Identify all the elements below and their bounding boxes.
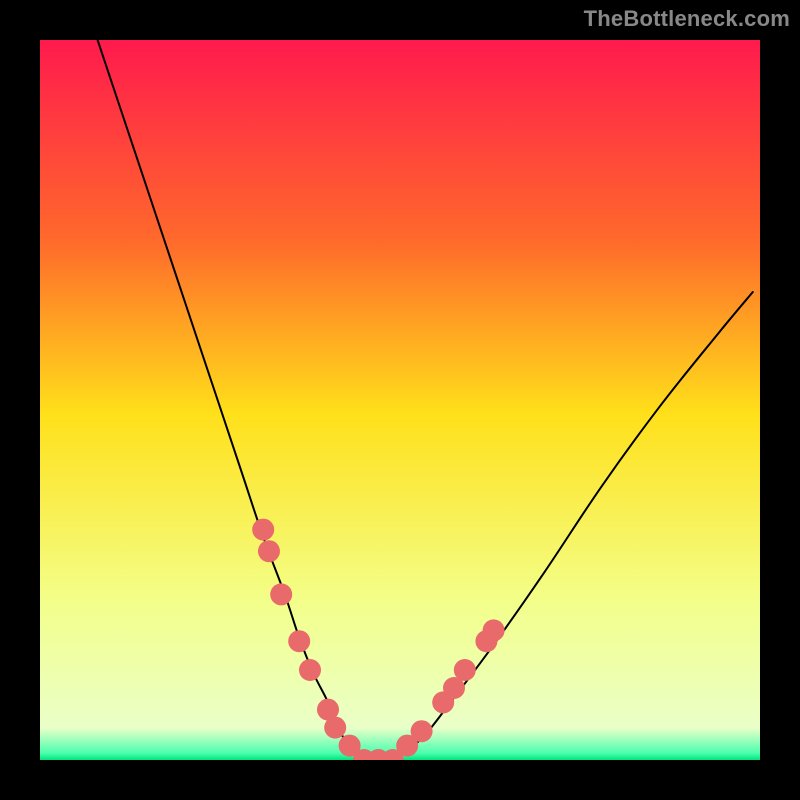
marker-dot bbox=[258, 540, 280, 562]
marker-dot bbox=[299, 659, 321, 681]
gradient-background bbox=[40, 40, 760, 760]
marker-dot bbox=[454, 659, 476, 681]
chart-frame: TheBottleneck.com bbox=[0, 0, 800, 800]
marker-dot bbox=[411, 720, 433, 742]
marker-dot bbox=[483, 619, 505, 641]
plot-area bbox=[40, 40, 760, 760]
marker-dot bbox=[288, 630, 310, 652]
marker-dot bbox=[252, 519, 274, 541]
marker-dot bbox=[324, 717, 346, 739]
watermark-text: TheBottleneck.com bbox=[584, 6, 790, 32]
chart-canvas bbox=[40, 40, 760, 760]
marker-dot bbox=[270, 583, 292, 605]
